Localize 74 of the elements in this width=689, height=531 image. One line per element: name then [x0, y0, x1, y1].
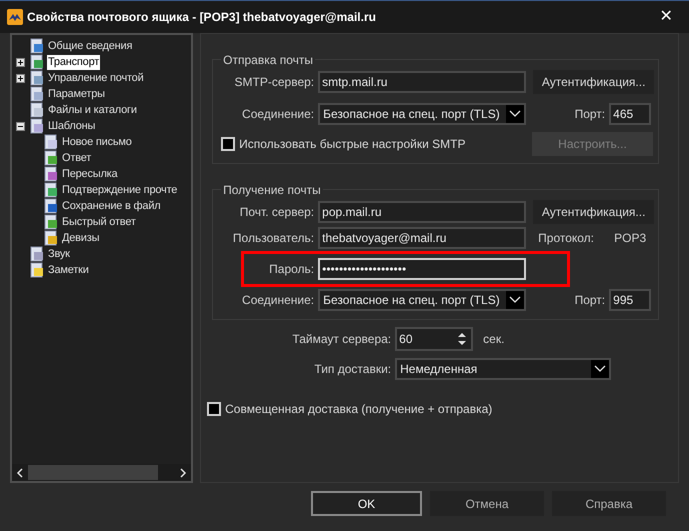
tree-item-icon: [29, 102, 45, 118]
delivery-type-dropdown[interactable]: Немедленная: [395, 358, 612, 380]
dropdown-icon: [594, 365, 606, 373]
tree-item-icon: [43, 198, 59, 214]
collapse-icon[interactable]: [16, 122, 25, 130]
checkbox-label: Совмещенная доставка (получение + отправка): [225, 401, 492, 418]
tree-item[interactable]: Параметры: [47, 86, 106, 102]
tree-item[interactable]: Транспорт: [47, 54, 100, 70]
tree-item-icon: [43, 150, 59, 166]
tree-item-icon: [29, 246, 45, 262]
tree-item[interactable]: Общие сведения: [47, 38, 134, 54]
tree-item[interactable]: Заметки: [47, 262, 90, 278]
dialog-button[interactable]: OK: [311, 491, 422, 516]
tree-item-icon: [43, 230, 59, 246]
connection-dropdown[interactable]: Безопасное на спец. порт (TLS): [318, 103, 526, 125]
tree-item[interactable]: Пересылка: [61, 166, 118, 182]
tree-item[interactable]: Управление почтой: [47, 70, 145, 86]
tree-item[interactable]: Новое письмо: [61, 134, 133, 150]
scrollbar-thumb[interactable]: [28, 465, 158, 480]
window-title: Свойства почтового ящика - [POP3] thebatvoyager@mail.ru: [27, 9, 376, 26]
app-logo-icon: [7, 9, 23, 25]
expand-icon[interactable]: [16, 58, 25, 66]
dialog-button[interactable]: Отмена: [430, 491, 544, 516]
tree-item-icon: [43, 166, 59, 182]
tree-item-icon: [29, 38, 45, 54]
checkbox[interactable]: [207, 402, 222, 416]
field-label: Протокол:: [538, 230, 596, 247]
tree-item[interactable]: Подтверждение прочте: [61, 182, 178, 198]
unit-label: сек.: [483, 331, 504, 348]
field-label: SMTP-сервер:: [234, 74, 316, 91]
tree-item-icon: [29, 86, 45, 102]
port-field[interactable]: 995: [609, 289, 652, 311]
tree-item-icon: [29, 70, 45, 86]
timeout-spinner[interactable]: 60: [395, 327, 474, 351]
tree-item-icon: [29, 262, 45, 278]
tree-item-icon: [43, 134, 59, 150]
authentication-button[interactable]: Аутентификация...: [533, 70, 654, 94]
field-label: Соединение:: [241, 292, 316, 309]
field-label: Порт:: [574, 106, 606, 123]
connection-dropdown[interactable]: Безопасное на спец. порт (TLS): [318, 289, 526, 311]
tree-item[interactable]: Файлы и каталоги: [47, 102, 138, 118]
tree-item[interactable]: Ответ: [61, 150, 92, 166]
dropdown-icon: [509, 110, 522, 118]
tree-item[interactable]: Сохранение в файл: [61, 198, 162, 214]
port-field[interactable]: 465: [609, 103, 652, 125]
field-label: Соединение:: [241, 106, 316, 123]
tree-item[interactable]: Девизы: [61, 230, 100, 246]
checkbox-label: Использовать быстрые настройки SMTP: [239, 136, 466, 153]
password-field[interactable]: ••••••••••••••••••••: [318, 258, 526, 280]
scrollbar[interactable]: [12, 464, 192, 481]
tree-item-icon: [29, 54, 45, 70]
dropdown-icon: [509, 296, 522, 304]
username-field[interactable]: thebatvoyager@mail.ru: [318, 227, 526, 249]
field-label: Пользователь:: [232, 230, 316, 247]
tree-item-icon: [29, 118, 45, 134]
field-label: Таймаут сервера:: [291, 331, 392, 348]
tree-item[interactable]: Шаблоны: [47, 118, 96, 134]
smtp-server-field[interactable]: smtp.mail.ru: [318, 71, 526, 93]
field-label: Порт:: [574, 292, 606, 309]
expand-icon[interactable]: [16, 74, 25, 82]
mail-server-field[interactable]: pop.mail.ru: [318, 201, 526, 223]
authentication-button[interactable]: Аутентификация...: [533, 200, 654, 224]
tree-item-icon: [43, 182, 59, 198]
field-label: Пароль:: [268, 261, 316, 278]
close-button[interactable]: ✕: [643, 1, 689, 33]
tree-item[interactable]: Звук: [47, 246, 71, 262]
checkbox[interactable]: [221, 137, 236, 151]
field-label: Тип доставки:: [313, 361, 392, 378]
tree-item-icon: [43, 214, 59, 230]
dialog-button[interactable]: Справка: [552, 491, 666, 516]
field-label: Почт. сервер:: [238, 204, 316, 221]
tree-item[interactable]: Быстрый ответ: [61, 214, 137, 230]
protocol-value: POP3: [614, 230, 646, 247]
spinner-arrows-icon[interactable]: [456, 331, 468, 347]
